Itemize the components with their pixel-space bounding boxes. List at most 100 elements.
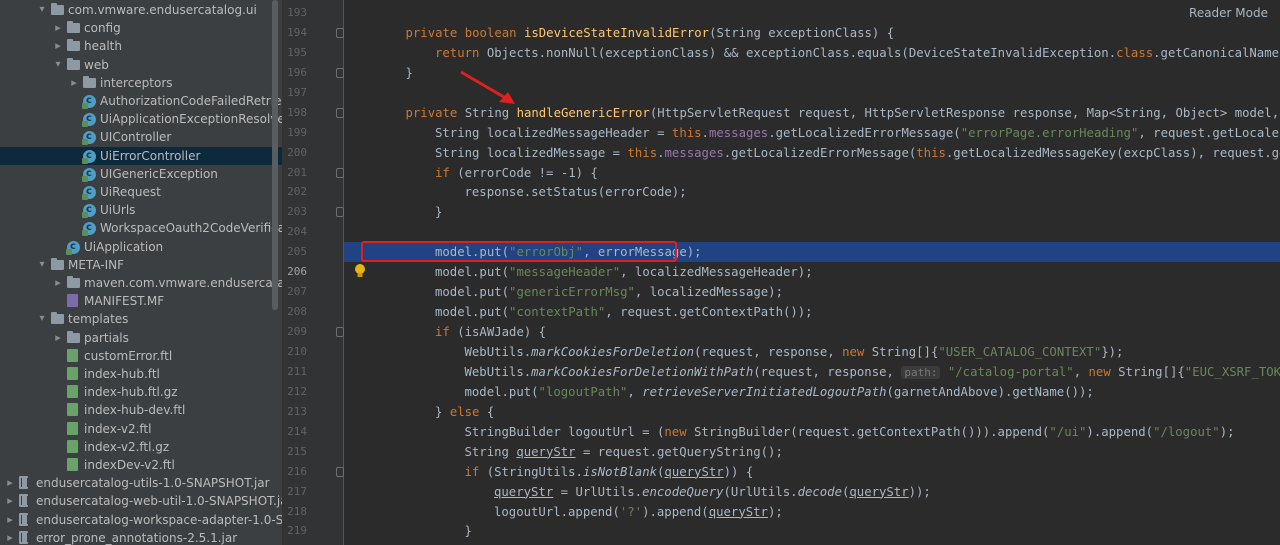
code-line[interactable]: StringBuilder logoutUrl = (new StringBui…	[344, 422, 1280, 442]
tree-item[interactable]: customError.ftl	[0, 347, 282, 365]
package-folder-icon	[67, 57, 80, 70]
code-token: ,	[1073, 364, 1089, 379]
chevron-right-icon[interactable]: ▸	[52, 37, 64, 55]
tree-item[interactable]: UiUrls	[0, 201, 282, 219]
code-line[interactable]: if (isAWJade) {	[344, 322, 1280, 342]
tree-item[interactable]: ▸ endusercatalog-utils-1.0-SNAPSHOT.jar	[0, 474, 282, 492]
tree-item[interactable]: index-v2.ftl.gz	[0, 438, 282, 456]
tree-item[interactable]: UiErrorController	[0, 146, 282, 165]
tree-item[interactable]: MANIFEST.MF	[0, 292, 282, 310]
code-line[interactable]	[344, 222, 1280, 242]
code-line[interactable]: } else {	[344, 402, 1280, 422]
code-line[interactable]: logoutUrl.append('?').append(queryStr);	[344, 502, 1280, 522]
code-line[interactable]: model.put("logoutPath", retrieveServerIn…	[344, 382, 1280, 402]
code-line[interactable]: WebUtils.markCookiesForDeletion(request,…	[344, 342, 1280, 362]
code-line[interactable]: WebUtils.markCookiesForDeletionWithPath(…	[344, 362, 1280, 382]
tree-item[interactable]: AuthorizationCodeFailedRetriev	[0, 92, 282, 110]
chevron-down-icon[interactable]: ▾	[36, 1, 48, 19]
code-line[interactable]: model.put("contextPath", request.getCont…	[344, 302, 1280, 322]
project-tree-panel[interactable]: ▾ com.vmware.endusercatalog.ui ▸ config ▸ hea…	[0, 0, 283, 545]
tree-item[interactable]: ▸ partials	[0, 329, 282, 347]
code-token: if	[464, 464, 487, 479]
tree-item[interactable]: WorkspaceOauth2CodeVerificati	[0, 219, 282, 237]
chevron-right-icon[interactable]: ▸	[52, 274, 64, 292]
ftl-file-icon	[67, 367, 78, 380]
lightbulb-icon[interactable]	[353, 263, 367, 279]
code-token: markCookiesForDeletionWithPath	[531, 364, 754, 379]
code-token: , request.getLocale(), (Ob	[1138, 125, 1280, 140]
chevron-right-icon[interactable]: ▸	[52, 329, 64, 347]
code-token: (errorCode != -1) {	[457, 165, 598, 180]
tree-item[interactable]: index-hub-dev.ftl	[0, 401, 282, 419]
chevron-right-icon[interactable]: ▸	[4, 474, 16, 492]
chevron-down-icon[interactable]: ▾	[36, 256, 48, 274]
code-line[interactable]: if (errorCode != -1) {	[344, 163, 1280, 183]
chevron-right-icon[interactable]: ▸	[4, 492, 16, 510]
fold-marker-icon[interactable]	[336, 207, 344, 218]
chevron-down-icon[interactable]: ▾	[52, 56, 64, 74]
tree-item-label: UiUrls	[100, 203, 136, 218]
tree-item[interactable]: ▸ error_prone_annotations-2.5.1.jar	[0, 529, 282, 545]
tree-item[interactable]: index-hub.ftl.gz	[0, 383, 282, 401]
fold-marker-icon[interactable]	[336, 107, 344, 118]
code-line[interactable]: private boolean isDeviceStateInvalidErro…	[344, 23, 1280, 43]
code-line[interactable]: String queryStr = request.getQueryString…	[344, 442, 1280, 462]
fold-marker-icon[interactable]	[336, 327, 344, 338]
line-number: 200	[287, 145, 307, 159]
line-number: 211	[287, 364, 307, 378]
tree-item[interactable]: ▾ templates	[0, 310, 282, 328]
tree-item[interactable]: ▸ maven.com.vmware.endusercatalo	[0, 274, 282, 292]
code-line[interactable]: model.put("genericErrorMsg", localizedMe…	[344, 282, 1280, 302]
tree-item[interactable]: UiApplicationExceptionResolver	[0, 110, 282, 128]
code-line[interactable]: model.put("messageHeader", localizedMess…	[344, 262, 1280, 282]
code-line[interactable]: String localizedMessageHeader = this.mes…	[344, 123, 1280, 143]
tree-item[interactable]: ▾ web	[0, 56, 282, 74]
line-number: 218	[287, 504, 307, 518]
code-token: (isAWJade) {	[457, 325, 547, 340]
code-token: , localizedMessageHeader);	[620, 265, 813, 280]
code-line[interactable]: response.setStatus(errorCode);	[344, 182, 1280, 202]
code-line[interactable]: if (StringUtils.isNotBlank(queryStr)) {	[344, 462, 1280, 482]
chevron-right-icon[interactable]: ▸	[4, 511, 16, 529]
chevron-right-icon[interactable]: ▸	[52, 19, 64, 37]
tree-item[interactable]: ▸ endusercatalog-workspace-adapter-1.0-S	[0, 511, 282, 529]
code-line[interactable]: }	[344, 202, 1280, 222]
tree-item[interactable]: ▸ interceptors	[0, 74, 282, 92]
chevron-right-icon[interactable]: ▸	[4, 529, 16, 545]
tree-item[interactable]: index-hub.ftl	[0, 365, 282, 383]
tree-scrollbar[interactable]	[272, 0, 278, 310]
tree-item[interactable]: ▸ health	[0, 37, 282, 55]
tree-item[interactable]: UIGenericException	[0, 165, 282, 183]
ftl-file-icon	[67, 439, 78, 453]
tree-item[interactable]: ▸ endusercatalog-web-util-1.0-SNAPSHOT.ja	[0, 492, 282, 510]
fold-marker-icon[interactable]	[336, 27, 344, 38]
tree-item-label: indexDev-v2.ftl	[84, 458, 175, 472]
tree-item[interactable]: ▾ com.vmware.endusercatalog.ui	[0, 1, 282, 19]
code-line[interactable]: return Objects.nonNull(exceptionClass) &…	[344, 43, 1280, 63]
tree-item-label: error_prone_annotations-2.5.1.jar	[36, 530, 238, 545]
code-line[interactable]: queryStr = UrlUtils.encodeQuery(UrlUtils…	[344, 482, 1280, 502]
code-line[interactable]: }	[344, 521, 1280, 541]
tree-item[interactable]: UIController	[0, 128, 282, 146]
tree-item[interactable]: UiRequest	[0, 183, 282, 201]
tree-item[interactable]: UiApplication	[0, 238, 282, 256]
tree-item[interactable]: indexDev-v2.ftl	[0, 456, 282, 474]
java-class-icon	[82, 92, 96, 110]
code-line[interactable]: String localizedMessage = this.messages.…	[344, 143, 1280, 163]
tree-item-label: index-v2.ftl	[84, 421, 152, 436]
fold-marker-icon[interactable]	[336, 167, 344, 178]
code-token: }	[405, 65, 413, 80]
tree-item[interactable]: ▾ META-INF	[0, 256, 282, 274]
tree-item[interactable]: ▸ config	[0, 19, 282, 37]
code-line[interactable]	[344, 3, 1280, 23]
fold-marker-icon[interactable]	[336, 466, 344, 477]
code-token: });	[1101, 344, 1124, 359]
highlight-annotation-box	[361, 241, 677, 262]
code-token: Objects.nonNull(exceptionClass) && excep…	[486, 45, 1117, 60]
ftl-file-icon	[67, 458, 78, 471]
tree-item[interactable]: index-v2.ftl	[0, 420, 282, 438]
chevron-right-icon[interactable]: ▸	[68, 74, 80, 92]
code-token: );	[1219, 424, 1235, 439]
fold-marker-icon[interactable]	[336, 67, 344, 78]
chevron-down-icon[interactable]: ▾	[36, 310, 48, 328]
